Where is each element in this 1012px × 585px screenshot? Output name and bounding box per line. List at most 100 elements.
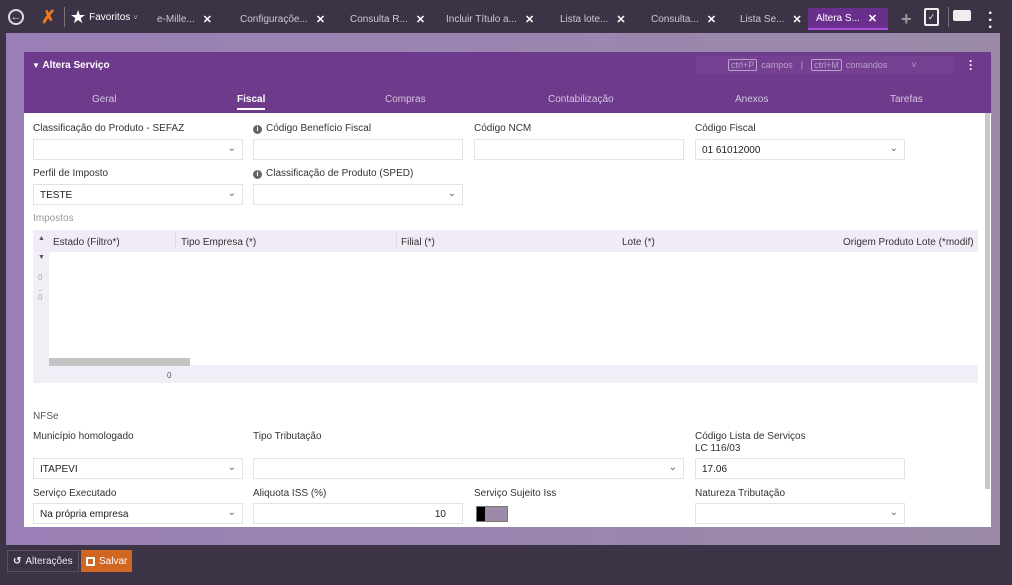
salvar-button[interactable]: Salvar — [81, 550, 133, 572]
servico-executado-label: Serviço Executado — [33, 488, 117, 499]
codigo-fiscal-select[interactable]: 01 61012000 ⌄ — [695, 139, 905, 160]
chevron-down-icon: ⌄ — [227, 507, 236, 518]
button-label: Salvar — [99, 555, 128, 567]
tab-anexos[interactable]: Anexos — [735, 94, 768, 105]
horizontal-scrollbar[interactable] — [49, 358, 190, 366]
column-divider — [175, 233, 176, 249]
aliquota-iss-label: Aliquota ISS (%) — [253, 488, 327, 499]
label-text: Código Benefício Fiscal — [266, 123, 372, 134]
tipo-tributacao-select[interactable]: ⌄ — [253, 458, 684, 479]
more-vertical-icon[interactable]: ... — [969, 52, 972, 72]
impostos-section-label: Impostos — [33, 213, 74, 224]
servico-sujeito-iss-label: Serviço Sujeito Iss — [474, 488, 557, 499]
chevron-down-icon: ⌄ — [227, 143, 236, 154]
tab-label: Consulta... — [651, 13, 699, 25]
vertical-scrollbar[interactable] — [985, 113, 990, 489]
back-icon[interactable]: ← — [8, 9, 24, 25]
grid-body — [49, 252, 978, 365]
tab-label: Altera S... — [816, 12, 860, 24]
tab-fiscal[interactable]: Fiscal — [237, 94, 266, 110]
separator: | — [800, 60, 804, 70]
chevron-down-icon: ⌄ — [227, 462, 236, 473]
sort-down-icon[interactable]: ▼ — [38, 254, 45, 261]
column-header[interactable]: Tipo Empresa (*) — [181, 237, 256, 248]
alteracoes-button[interactable]: ↺ Alterações — [7, 550, 79, 572]
chevron-down-icon: ⌄ — [889, 507, 898, 518]
tab-2[interactable]: Consulta R... ✕ — [350, 8, 425, 30]
close-icon[interactable]: ✕ — [707, 13, 716, 26]
info-icon[interactable]: i — [253, 170, 262, 179]
tab-label: Lista lote... — [560, 13, 609, 25]
close-icon[interactable]: ✕ — [525, 13, 534, 26]
collapse-toggle[interactable]: ▼ Altera Serviço — [32, 60, 110, 71]
chevron-down-icon[interactable]: ˅ — [911, 60, 916, 70]
logo-icon[interactable]: ✗ — [41, 7, 56, 28]
column-header[interactable]: Estado (Filtro*) — [53, 237, 120, 248]
row-counter: 0 — [38, 290, 43, 302]
servico-sujeito-iss-toggle[interactable] — [476, 506, 508, 522]
codigo-lista-input[interactable]: 17.06 — [695, 458, 905, 479]
tab-label: Incluir Título a... — [446, 13, 517, 25]
column-header[interactable]: Lote (*) — [622, 237, 655, 248]
clipboard-icon[interactable]: ✓ — [924, 8, 939, 26]
label-line: Código Lista de Serviços — [695, 431, 806, 442]
perfil-imposto-label: Perfil de Imposto — [33, 168, 109, 179]
command-bar[interactable]: ctrl+P campos | ctrl+M comandos ˅ — [696, 56, 954, 74]
column-header[interactable]: Origem Produto Lote (*modif) — [843, 237, 974, 248]
tab-6[interactable]: Lista Se... ✕ — [740, 8, 802, 30]
chat-icon[interactable] — [953, 10, 971, 21]
shortcut-key: ctrl+P — [728, 59, 758, 71]
divider — [948, 7, 949, 27]
grid-header: ▲ Estado (Filtro*) Tipo Empresa (*) Fili… — [33, 230, 978, 252]
tab-5[interactable]: Consulta... ✕ — [651, 8, 716, 30]
aliquota-iss-input[interactable]: 10 — [253, 503, 463, 524]
close-icon[interactable]: ✕ — [416, 13, 425, 26]
close-icon[interactable]: ✕ — [616, 13, 625, 26]
municipio-select[interactable]: ITAPEVI ⌄ — [33, 458, 243, 479]
column-header[interactable]: Filial (*) — [401, 237, 435, 248]
classificacao-sped-select[interactable]: ⌄ — [253, 184, 463, 205]
shortcut-label: comandos — [845, 60, 888, 70]
chevron-down-icon: ⌄ — [889, 143, 898, 154]
classificacao-sped-label: i Classificação de Produto (SPED) — [253, 168, 413, 179]
shortcut-label: campos — [761, 60, 793, 70]
tab-1[interactable]: Configuraçõe... ✕ — [240, 8, 325, 30]
tab-4[interactable]: Lista lote... ✕ — [560, 8, 626, 30]
shortcut-key: ctrl+M — [811, 59, 842, 71]
tab-contabilizacao[interactable]: Contabilização — [548, 94, 614, 105]
perfil-imposto-select[interactable]: TESTE ⌄ — [33, 184, 243, 205]
tab-tarefas[interactable]: Tarefas — [890, 94, 923, 105]
codigo-ncm-input[interactable] — [474, 139, 684, 160]
row-counter: 0 — [38, 273, 43, 282]
tab-label: Lista Se... — [740, 13, 785, 25]
sort-up-icon[interactable]: ▲ — [38, 235, 45, 242]
button-label: Alterações — [25, 555, 73, 567]
tab-3[interactable]: Incluir Título a... ✕ — [446, 8, 534, 30]
close-icon[interactable]: ✕ — [868, 12, 877, 25]
close-icon[interactable]: ✕ — [203, 13, 212, 26]
close-icon[interactable]: ✕ — [792, 13, 801, 26]
natureza-tributacao-select[interactable]: ⌄ — [695, 503, 905, 524]
codigo-fiscal-label: Código Fiscal — [695, 123, 756, 134]
caret-down-icon: ▼ — [32, 61, 40, 70]
codigo-beneficio-input[interactable] — [253, 139, 463, 160]
plus-icon[interactable]: + — [901, 9, 912, 30]
tab-7-active[interactable]: Altera S... ✕ — [808, 8, 888, 30]
tab-compras[interactable]: Compras — [385, 94, 426, 105]
nfse-section-label: NFSe — [33, 411, 59, 422]
tab-0[interactable]: e-Mille... ✕ — [157, 8, 212, 30]
natureza-tributacao-label: Natureza Tributação — [695, 488, 786, 499]
close-icon[interactable]: ✕ — [316, 13, 325, 26]
label-line: LC 116/03 — [695, 443, 741, 454]
select-value: 01 61012000 — [702, 145, 761, 156]
info-icon[interactable]: i — [253, 125, 262, 134]
select-value: ITAPEVI — [40, 464, 78, 475]
more-vertical-icon[interactable]: ... — [988, 2, 992, 32]
tab-geral[interactable]: Geral — [92, 94, 116, 105]
column-divider — [396, 233, 397, 249]
tab-label: e-Mille... — [157, 13, 195, 25]
classificacao-sefaz-select[interactable]: ⌄ — [33, 139, 243, 160]
servico-executado-select[interactable]: Na própria empresa ⌄ — [33, 503, 243, 524]
favorites-menu[interactable]: ★ Favoritos ˅ — [70, 7, 138, 28]
footer-count: 0 — [167, 371, 172, 380]
